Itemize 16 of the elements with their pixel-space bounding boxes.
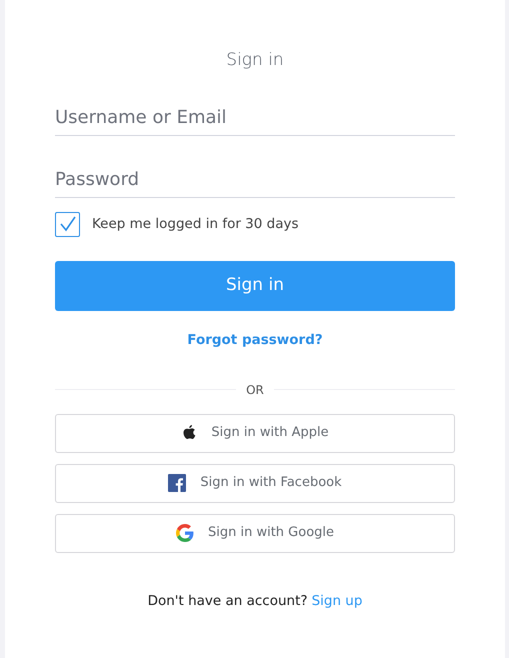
password-field[interactable]: Password xyxy=(55,162,455,198)
username-field[interactable]: Username or Email xyxy=(55,100,455,136)
remember-checkbox[interactable] xyxy=(55,212,80,236)
facebook-icon xyxy=(168,474,186,492)
forgot-password-link[interactable]: Forgot password? xyxy=(187,332,323,348)
google-icon xyxy=(176,524,194,542)
social-sign-in-button[interactable]: Sign in with Google xyxy=(55,514,455,552)
social-sign-in-button[interactable]: Sign in with Facebook xyxy=(55,464,455,502)
apple-icon xyxy=(181,424,198,442)
sign-up-link[interactable]: Sign up xyxy=(312,590,362,611)
social-sign-in-button[interactable]: Sign in with Apple xyxy=(55,414,455,452)
divider-label: OR xyxy=(245,382,265,398)
form-title: Sign in xyxy=(225,49,285,72)
signup-prompt: Don't have an account? xyxy=(148,592,308,610)
sign-in-button[interactable]: Sign in xyxy=(55,260,455,310)
remember-label: Keep me logged in for 30 days xyxy=(92,214,299,234)
